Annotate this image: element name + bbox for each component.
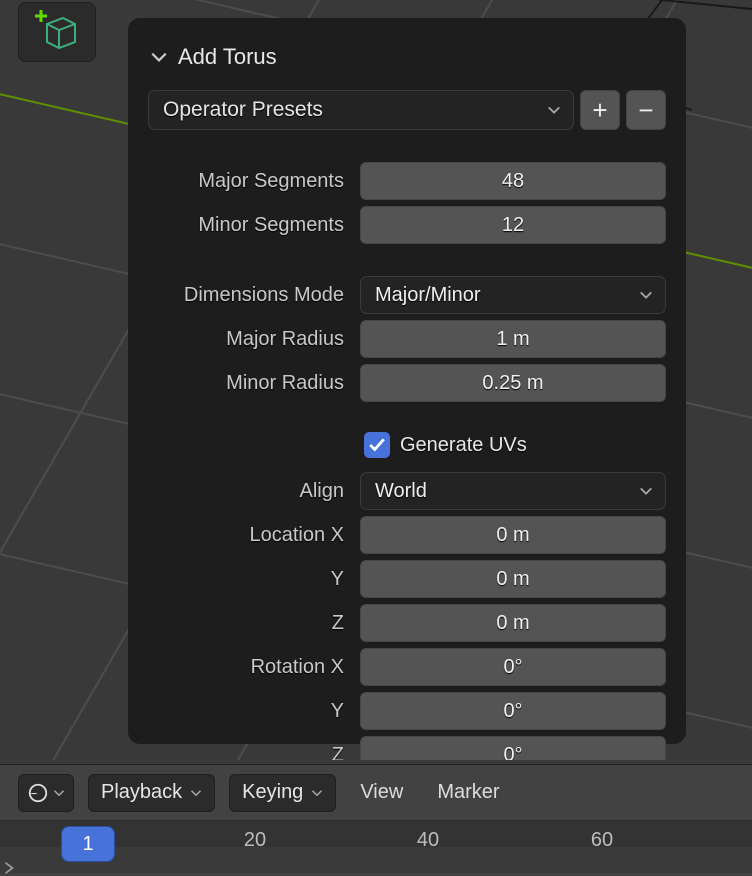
cube-add-icon <box>33 8 81 56</box>
marker-menu[interactable]: Marker <box>427 781 509 804</box>
rotation-x-field[interactable]: 0° <box>360 648 666 686</box>
minor-segments-field[interactable]: 12 <box>360 206 666 244</box>
location-y-field[interactable]: 0 m <box>360 560 666 598</box>
location-y-label: Y <box>148 568 344 591</box>
plus-icon: + <box>592 97 607 123</box>
location-z-field[interactable]: 0 m <box>360 604 666 642</box>
minus-icon: − <box>638 97 653 123</box>
ruler-tick: 20 <box>244 829 266 852</box>
preset-add-button[interactable]: + <box>580 90 620 130</box>
operator-panel: Add Torus Operator Presets + − Major Seg… <box>128 18 686 744</box>
view-menu[interactable]: View <box>350 781 413 804</box>
chevron-down-icon <box>190 787 202 799</box>
viewport-3d[interactable]: Add Torus Operator Presets + − Major Seg… <box>0 0 752 760</box>
minor-segments-label: Minor Segments <box>148 214 344 237</box>
playback-menu[interactable]: Playback <box>88 774 215 812</box>
operator-presets-dropdown[interactable]: Operator Presets <box>148 90 574 130</box>
rotation-x-label: Rotation X <box>148 656 344 679</box>
ruler-tick: 40 <box>417 829 439 852</box>
check-icon <box>368 436 386 454</box>
dimensions-mode-select[interactable]: Major/Minor <box>360 276 666 314</box>
generate-uvs-checkbox[interactable] <box>364 432 390 458</box>
chevron-down-icon <box>547 103 561 117</box>
playhead[interactable]: 1 <box>62 827 114 861</box>
major-radius-label: Major Radius <box>148 328 344 351</box>
rotation-y-label: Y <box>148 700 344 723</box>
minor-radius-label: Minor Radius <box>148 372 344 395</box>
location-z-label: Z <box>148 612 344 635</box>
timeline-editor: Playback Keying View Marker 1 20 40 60 <box>0 764 752 876</box>
location-x-label: Location X <box>148 524 344 547</box>
panel-title: Add Torus <box>178 44 277 70</box>
chevron-right-icon <box>2 861 16 875</box>
timeline-editor-type-button[interactable] <box>18 774 74 812</box>
align-label: Align <box>148 480 344 503</box>
dimensions-mode-label: Dimensions Mode <box>148 284 344 307</box>
chevron-down-icon <box>311 787 323 799</box>
timeline-ruler[interactable]: 1 20 40 60 <box>0 821 752 873</box>
ruler-tick: 60 <box>591 829 613 852</box>
generate-uvs-label: Generate UVs <box>400 434 527 457</box>
add-cube-tool[interactable] <box>18 2 96 62</box>
chevron-down-icon <box>53 787 65 799</box>
panel-header[interactable]: Add Torus <box>144 34 670 88</box>
clock-icon <box>27 782 49 804</box>
major-segments-field[interactable]: 48 <box>360 162 666 200</box>
chevron-down-icon <box>150 48 168 66</box>
preset-label: Operator Presets <box>163 98 323 122</box>
location-x-field[interactable]: 0 m <box>360 516 666 554</box>
rotation-y-field[interactable]: 0° <box>360 692 666 730</box>
preset-remove-button[interactable]: − <box>626 90 666 130</box>
major-radius-field[interactable]: 1 m <box>360 320 666 358</box>
rotation-z-label: Z <box>148 744 344 761</box>
align-select[interactable]: World <box>360 472 666 510</box>
chevron-down-icon <box>639 288 653 302</box>
keying-menu[interactable]: Keying <box>229 774 336 812</box>
chevron-down-icon <box>639 484 653 498</box>
minor-radius-field[interactable]: 0.25 m <box>360 364 666 402</box>
rotation-z-field[interactable]: 0° <box>360 736 666 760</box>
major-segments-label: Major Segments <box>148 170 344 193</box>
